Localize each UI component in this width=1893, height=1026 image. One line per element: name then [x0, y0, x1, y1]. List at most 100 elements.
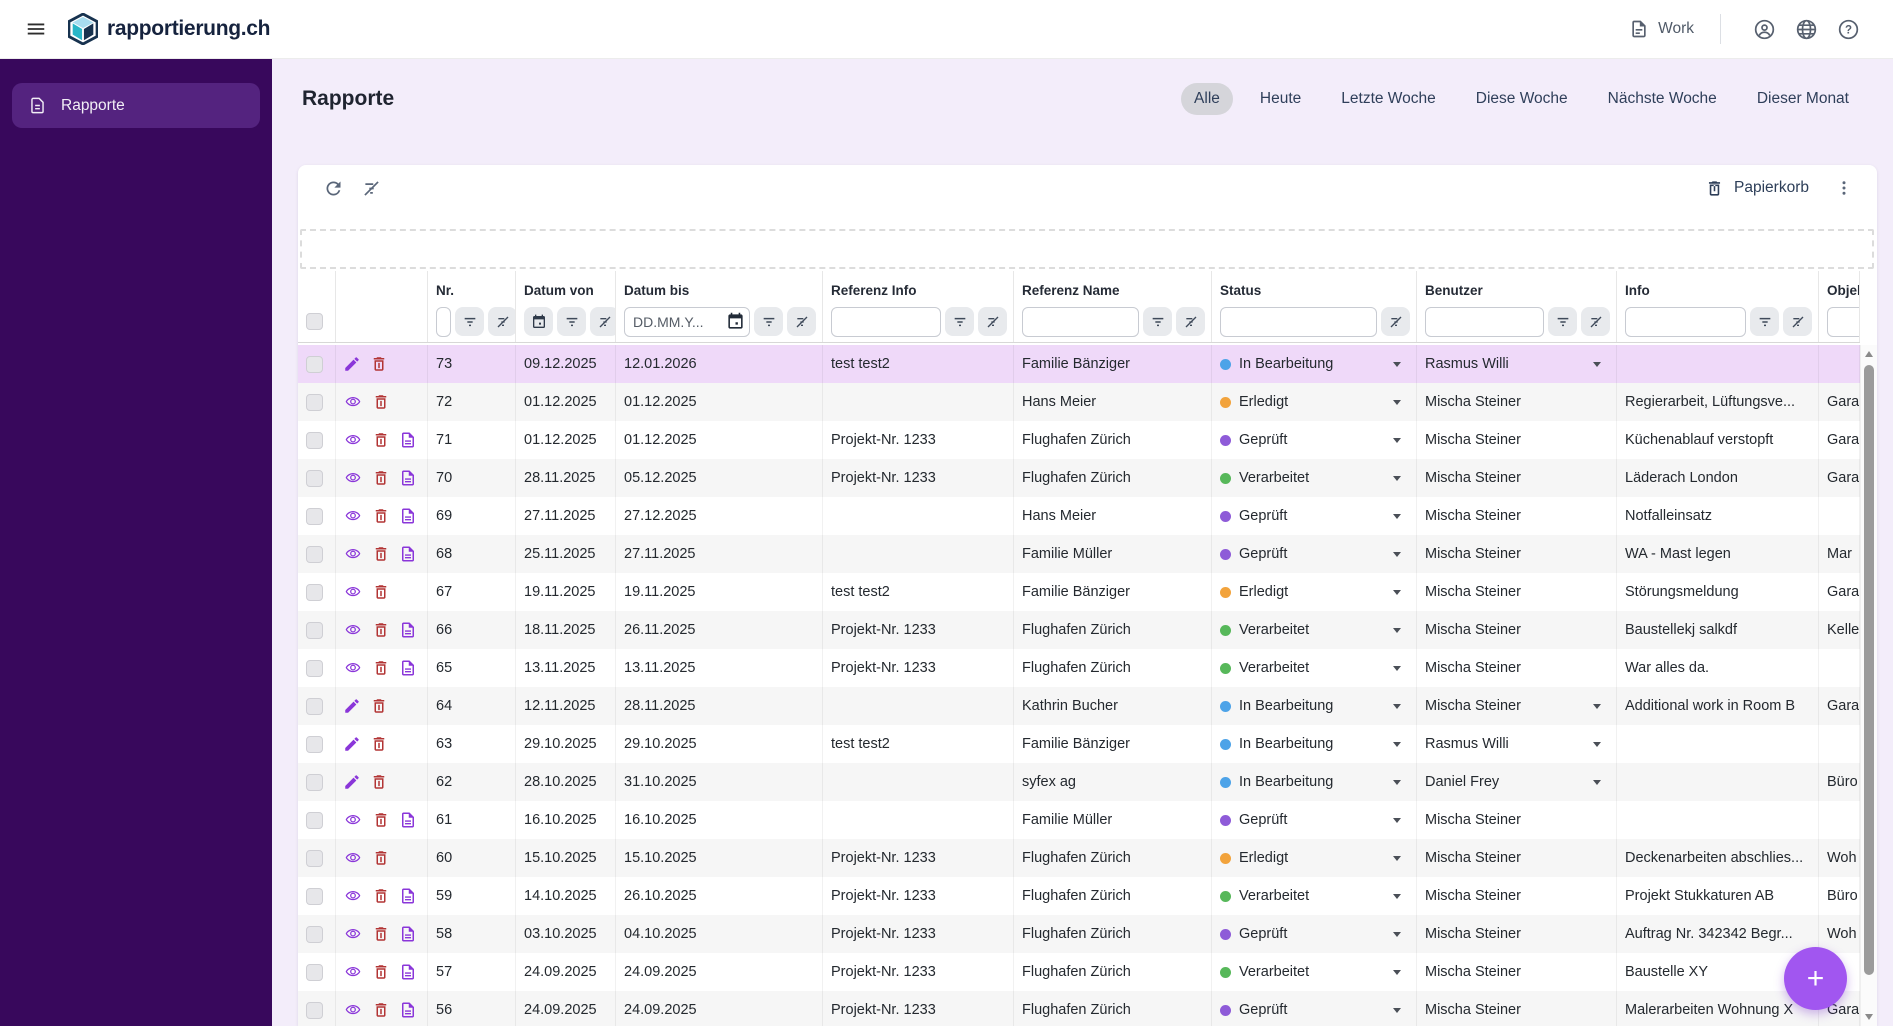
table-row[interactable]: 56 24.09.2025 24.09.2025 Projekt-Nr. 123…	[298, 991, 1860, 1026]
referenz-info-filter-input[interactable]	[831, 306, 941, 337]
cell-benutzer[interactable]: Mischa Steiner	[1417, 573, 1617, 611]
more-options-button[interactable]	[1825, 169, 1863, 207]
cell-benutzer[interactable]: Mischa Steiner	[1417, 801, 1617, 839]
cell-benutzer[interactable]: Mischa Steiner	[1417, 459, 1617, 497]
cell-status[interactable]: Geprüft	[1212, 535, 1417, 573]
view-icon[interactable]	[343, 962, 363, 982]
cell-benutzer[interactable]: Mischa Steiner	[1417, 915, 1617, 953]
cell-benutzer[interactable]: Mischa Steiner	[1417, 497, 1617, 535]
row-checkbox[interactable]	[306, 545, 323, 563]
col-nr[interactable]: Nr.	[428, 271, 516, 301]
delete-icon[interactable]	[372, 1001, 390, 1019]
cell-status[interactable]: Geprüft	[1212, 991, 1417, 1026]
row-checkbox[interactable]	[306, 469, 323, 487]
nr-filter-button[interactable]	[455, 307, 484, 336]
help-button[interactable]: ?	[1827, 8, 1869, 50]
report-document-icon[interactable]	[399, 811, 417, 829]
row-checkbox[interactable]	[306, 583, 323, 601]
delete-icon[interactable]	[372, 469, 390, 487]
table-row[interactable]: 71 01.12.2025 01.12.2025 Projekt-Nr. 123…	[298, 421, 1860, 459]
brand-logo[interactable]: rapportierung.ch	[68, 13, 271, 45]
view-icon[interactable]	[343, 886, 363, 906]
datum-bis-calendar-button[interactable]	[726, 312, 745, 336]
row-checkbox[interactable]	[306, 393, 323, 411]
datum-bis-filter-button[interactable]	[754, 307, 783, 336]
account-button[interactable]	[1743, 8, 1785, 50]
cell-benutzer[interactable]: Daniel Frey	[1417, 763, 1617, 801]
delete-icon[interactable]	[372, 963, 390, 981]
benutzer-filter-input[interactable]	[1425, 306, 1544, 337]
report-document-icon[interactable]	[399, 963, 417, 981]
row-checkbox[interactable]	[306, 659, 323, 677]
col-info[interactable]: Info	[1617, 271, 1819, 301]
delete-icon[interactable]	[370, 697, 388, 715]
col-referenz-info[interactable]: Referenz Info	[823, 271, 1014, 301]
chip-letzte-woche[interactable]: Letzte Woche	[1328, 83, 1449, 115]
delete-icon[interactable]	[370, 773, 388, 791]
table-row[interactable]: 64 12.11.2025 28.11.2025 Kathrin Bucher …	[298, 687, 1860, 725]
report-document-icon[interactable]	[399, 1001, 417, 1019]
view-icon[interactable]	[343, 506, 363, 526]
refresh-button[interactable]	[314, 169, 352, 207]
scroll-up-arrow-icon[interactable]	[1865, 351, 1873, 357]
edit-icon[interactable]	[343, 773, 361, 791]
row-checkbox[interactable]	[306, 963, 323, 981]
table-row[interactable]: 60 15.10.2025 15.10.2025 Projekt-Nr. 123…	[298, 839, 1860, 877]
clear-filters-button[interactable]	[352, 169, 390, 207]
cell-benutzer[interactable]: Mischa Steiner	[1417, 877, 1617, 915]
edit-icon[interactable]	[343, 697, 361, 715]
row-checkbox[interactable]	[306, 621, 323, 639]
delete-icon[interactable]	[372, 925, 390, 943]
edit-icon[interactable]	[343, 355, 361, 373]
referenz-name-filter-button[interactable]	[1143, 307, 1172, 336]
status-filter-off-button[interactable]	[1381, 307, 1410, 336]
cell-status[interactable]: Verarbeitet	[1212, 611, 1417, 649]
table-row[interactable]: 58 03.10.2025 04.10.2025 Projekt-Nr. 123…	[298, 915, 1860, 953]
datum-bis-filter-off-button[interactable]	[787, 307, 816, 336]
delete-icon[interactable]	[372, 887, 390, 905]
cell-status[interactable]: Verarbeitet	[1212, 953, 1417, 991]
view-icon[interactable]	[343, 468, 363, 488]
row-checkbox[interactable]	[306, 431, 323, 449]
cell-benutzer[interactable]: Mischa Steiner	[1417, 383, 1617, 421]
cell-status[interactable]: Verarbeitet	[1212, 649, 1417, 687]
row-checkbox[interactable]	[306, 1001, 323, 1019]
table-row[interactable]: 67 19.11.2025 19.11.2025 test test2 Fami…	[298, 573, 1860, 611]
referenz-name-filter-off-button[interactable]	[1176, 307, 1205, 336]
scrollbar-thumb[interactable]	[1864, 365, 1874, 975]
row-checkbox[interactable]	[306, 355, 323, 373]
col-objekt[interactable]: Objekt	[1819, 271, 1860, 301]
report-document-icon[interactable]	[399, 507, 417, 525]
edit-icon[interactable]	[343, 735, 361, 753]
cell-status[interactable]: Erledigt	[1212, 573, 1417, 611]
row-checkbox[interactable]	[306, 849, 323, 867]
delete-icon[interactable]	[372, 545, 390, 563]
row-checkbox[interactable]	[306, 507, 323, 525]
group-by-dropzone[interactable]	[300, 229, 1874, 269]
delete-icon[interactable]	[370, 355, 388, 373]
cell-status[interactable]: Geprüft	[1212, 801, 1417, 839]
col-status[interactable]: Status	[1212, 271, 1417, 301]
report-document-icon[interactable]	[399, 545, 417, 563]
select-all-checkbox[interactable]	[306, 313, 323, 330]
info-filter-off-button[interactable]	[1783, 307, 1812, 336]
nr-filter-off-button[interactable]	[488, 307, 515, 336]
chip-heute[interactable]: Heute	[1247, 83, 1314, 115]
cell-status[interactable]: In Bearbeitung	[1212, 345, 1417, 383]
report-document-icon[interactable]	[399, 621, 417, 639]
table-row[interactable]: 62 28.10.2025 31.10.2025 syfex ag In Bea…	[298, 763, 1860, 801]
info-filter-input[interactable]	[1625, 306, 1746, 337]
report-document-icon[interactable]	[399, 659, 417, 677]
delete-icon[interactable]	[372, 507, 390, 525]
view-icon[interactable]	[343, 544, 363, 564]
col-datum-von[interactable]: Datum von	[516, 271, 616, 301]
table-row[interactable]: 63 29.10.2025 29.10.2025 test test2 Fami…	[298, 725, 1860, 763]
cell-status[interactable]: Geprüft	[1212, 421, 1417, 459]
view-icon[interactable]	[343, 582, 363, 602]
cell-benutzer[interactable]: Mischa Steiner	[1417, 991, 1617, 1026]
cell-status[interactable]: In Bearbeitung	[1212, 725, 1417, 763]
row-checkbox[interactable]	[306, 697, 323, 715]
benutzer-filter-off-button[interactable]	[1581, 307, 1610, 336]
row-checkbox[interactable]	[306, 811, 323, 829]
sidebar-item-rapporte[interactable]: Rapporte	[12, 83, 260, 128]
